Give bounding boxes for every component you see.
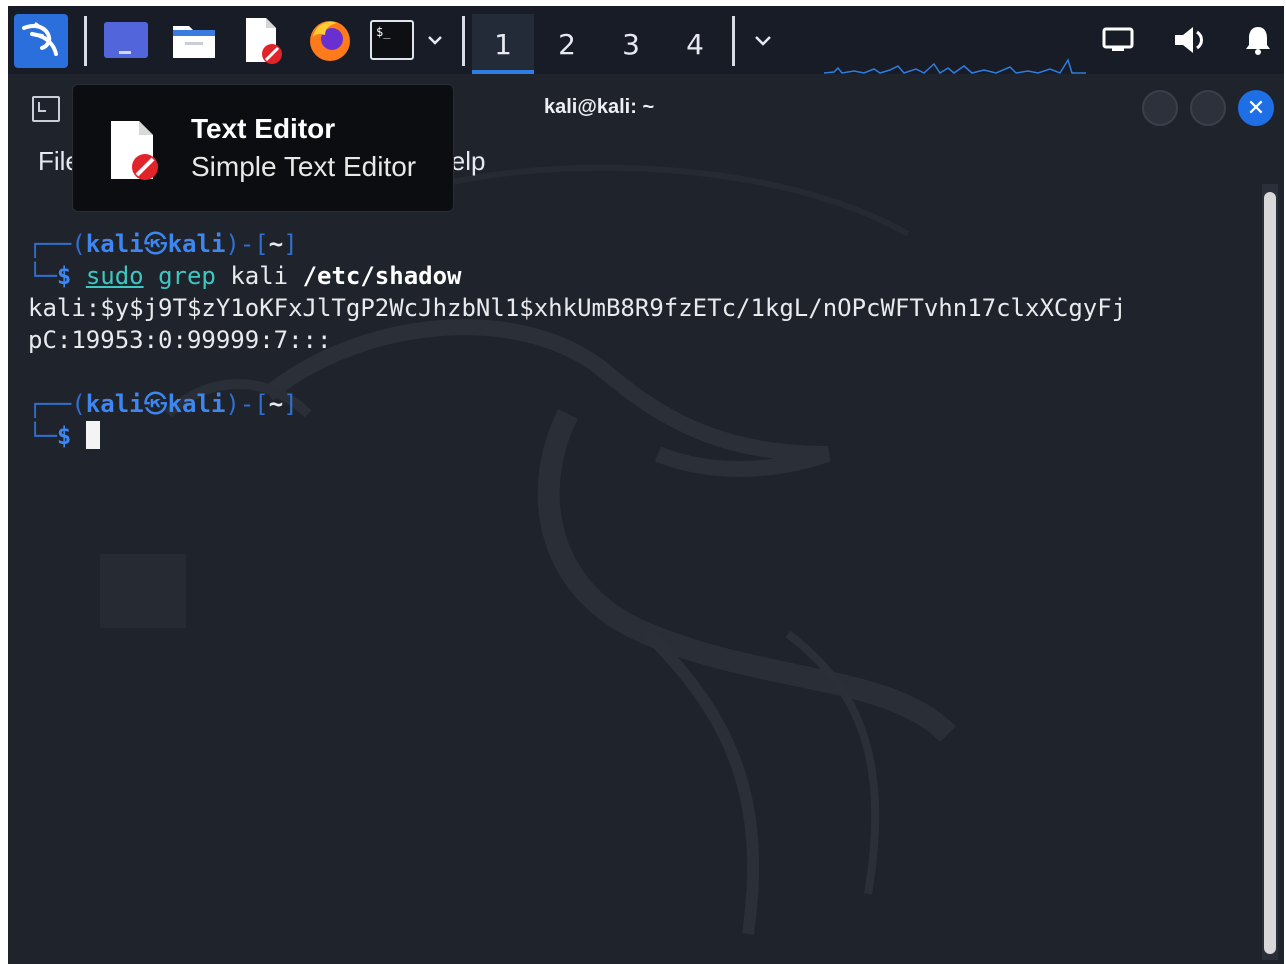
workspace-1[interactable]: 1 xyxy=(472,14,534,74)
firefox-button[interactable] xyxy=(304,14,356,66)
network-button[interactable] xyxy=(1098,20,1138,60)
prompt-line-top: ┌──(kali㉿kali)-[~] xyxy=(28,390,298,418)
panel-separator xyxy=(462,16,465,66)
prompt-separator: ㉿ xyxy=(143,230,168,258)
panel-separator xyxy=(84,16,87,66)
terminal-icon: $_ xyxy=(370,20,414,60)
workspace-4[interactable]: 4 xyxy=(664,14,726,74)
command-path: /etc/shadow xyxy=(302,262,462,290)
launcher-tooltip: Text Editor Simple Text Editor xyxy=(72,84,454,212)
volume-button[interactable] xyxy=(1170,20,1210,60)
command-line: └─$ sudo grep kali /etc/shadow xyxy=(28,262,462,290)
terminal-output[interactable]: ┌──(kali㉿kali)-[~] └─$ sudo grep kali /et… xyxy=(28,228,1126,452)
prompt-separator: ㉿ xyxy=(143,390,168,418)
file-manager-button[interactable] xyxy=(168,14,220,66)
prompt-host: kali xyxy=(167,390,226,418)
text-editor-icon xyxy=(111,121,158,180)
window-menu-icon[interactable] xyxy=(32,96,60,122)
scrollbar-thumb[interactable] xyxy=(1264,192,1276,954)
text-editor-icon xyxy=(246,18,282,64)
close-icon: ✕ xyxy=(1246,95,1266,121)
kali-menu-button[interactable] xyxy=(14,14,68,68)
command-grep: grep xyxy=(158,262,216,290)
show-desktop-button[interactable] xyxy=(100,14,152,66)
chevron-down-icon xyxy=(428,36,442,45)
window-title: kali@kali: ~ xyxy=(544,96,655,118)
prompt-user: kali xyxy=(85,230,144,258)
text-cursor xyxy=(85,421,100,449)
workspace-2[interactable]: 2 xyxy=(536,14,598,74)
kali-menu-icon xyxy=(22,22,58,56)
tooltip-title: Text Editor xyxy=(191,113,336,144)
top-panel: $_ 1 2 3 4 xyxy=(8,6,1284,74)
notifications-button[interactable] xyxy=(1238,20,1278,60)
minimize-button[interactable] xyxy=(1142,90,1178,126)
close-button[interactable]: ✕ xyxy=(1238,90,1274,126)
svg-text:$_: $_ xyxy=(376,25,391,39)
terminal-button[interactable]: $_ xyxy=(368,14,416,66)
prompt-host: kali xyxy=(167,230,226,258)
file-manager-icon xyxy=(173,26,215,58)
text-editor-button[interactable] xyxy=(236,14,288,66)
cpu-graph xyxy=(824,58,1086,74)
chevron-down-icon xyxy=(755,36,771,46)
network-icon xyxy=(1102,27,1134,51)
command-sudo: sudo xyxy=(85,262,144,290)
command-arg: kali xyxy=(230,262,289,290)
prompt-dir: ~ xyxy=(268,390,284,418)
prompt-user: kali xyxy=(85,390,144,418)
panel-overflow-button[interactable] xyxy=(748,14,778,66)
maximize-button[interactable] xyxy=(1190,90,1226,126)
input-line: └─$ xyxy=(28,420,1126,452)
prompt-dir: ~ xyxy=(268,230,284,258)
prompt-line-top: ┌──(kali㉿kali)-[~] xyxy=(28,230,298,258)
output-line: kali:$y$j9T$zY1oKFxJlTgP2WcJhzbNl1$xhkUm… xyxy=(28,294,1127,322)
terminal-dropdown-button[interactable] xyxy=(422,14,448,66)
workspace-3[interactable]: 3 xyxy=(600,14,662,74)
output-line: pC:19953:0:99999:7::: xyxy=(28,326,332,354)
tooltip-subtitle: Simple Text Editor xyxy=(191,151,417,182)
volume-icon xyxy=(1175,27,1203,53)
show-desktop-icon xyxy=(104,22,148,58)
panel-separator xyxy=(732,16,735,66)
notification-bell-icon xyxy=(1246,27,1270,55)
firefox-icon xyxy=(310,21,350,61)
